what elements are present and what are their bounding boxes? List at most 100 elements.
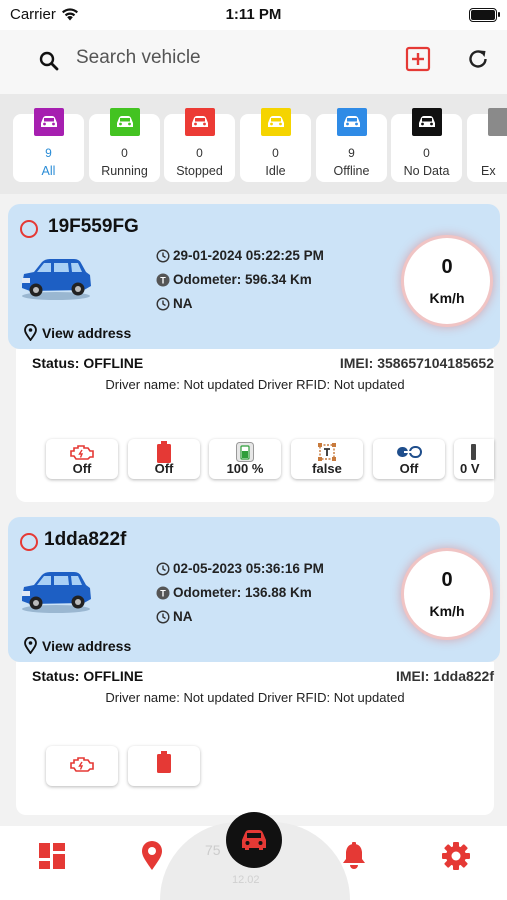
view-address-link[interactable]: View address xyxy=(24,637,131,654)
odometer-icon: T xyxy=(156,586,170,599)
search-input[interactable] xyxy=(76,42,376,74)
filter-count: 0 xyxy=(272,146,279,160)
vehicle-car-image xyxy=(22,259,91,300)
svg-text:T: T xyxy=(160,588,166,598)
filter-label: All xyxy=(41,164,56,178)
offline-status-icon xyxy=(20,220,38,238)
car-icon xyxy=(412,108,442,136)
sensor-value: Off xyxy=(72,461,92,476)
filter-count: 9 xyxy=(45,146,52,160)
search-icon[interactable] xyxy=(38,50,60,72)
speed-unit: Km/h xyxy=(429,603,465,619)
car-icon xyxy=(34,108,64,136)
view-address-label: View address xyxy=(42,324,132,341)
filter-chip-running[interactable]: 0 Running xyxy=(89,108,160,182)
sensor-battery[interactable]: Off xyxy=(128,439,200,479)
offline-status-icon xyxy=(20,533,38,551)
nav-notifications[interactable] xyxy=(338,840,370,872)
view-address-link[interactable]: View address xyxy=(24,324,131,341)
nav-settings[interactable] xyxy=(440,840,472,872)
filter-count: 0 xyxy=(423,146,430,160)
vehicle-status: Status: OFFLINE xyxy=(32,355,144,371)
vehicle-details: Status: OFFLINE IMEI: 1dda822f Driver na… xyxy=(16,662,494,815)
vehicle-summary[interactable]: 19F559FG 29-01-2024 05:22:25 PM T Odomet… xyxy=(8,204,500,349)
nav-map[interactable] xyxy=(136,840,168,872)
search-header xyxy=(0,30,507,94)
location-value: NA xyxy=(173,296,193,311)
filter-label: Running xyxy=(101,164,148,178)
speed-value: 0 xyxy=(441,569,453,591)
battery-status-icon xyxy=(469,8,500,22)
last-update-time: 02-05-2023 05:36:16 PM xyxy=(173,561,324,576)
sensor-value: 0 V xyxy=(460,461,480,476)
last-update-row: 29-01-2024 05:22:25 PM xyxy=(156,248,324,263)
nav-dashboard[interactable] xyxy=(36,840,68,872)
odometer-row: T Odometer: 596.34 Km xyxy=(156,272,312,287)
clock-icon xyxy=(156,609,170,624)
filter-chip-offline[interactable]: 9 Offline xyxy=(316,108,387,182)
sensor-engine[interactable]: Off xyxy=(46,439,118,479)
battery-icon xyxy=(157,751,171,773)
location-row: NA xyxy=(156,609,193,624)
filter-chip-expired[interactable]: Ex xyxy=(467,108,507,182)
filter-count: 0 xyxy=(121,146,128,160)
add-vehicle-button[interactable] xyxy=(405,46,431,72)
clock-icon xyxy=(156,561,170,576)
car-icon xyxy=(337,108,367,136)
vehicle-status: Status: OFFLINE xyxy=(32,668,144,684)
vehicle-card[interactable]: Status: OFFLINE IMEI: 1dda822f Driver na… xyxy=(8,517,500,817)
speed-unit: Km/h xyxy=(429,290,465,306)
speedometer: 0 Km/h xyxy=(404,551,490,637)
filter-count: 9 xyxy=(348,146,355,160)
car-icon xyxy=(261,108,291,136)
driver-info: Driver name: Not updated Driver RFID: No… xyxy=(105,690,405,705)
dashboard-icon xyxy=(39,843,65,869)
vehicle-car-image xyxy=(22,572,91,613)
nav-vehicles[interactable] xyxy=(226,812,282,868)
vehicle-imei: IMEI: 1dda822f xyxy=(395,668,494,684)
filter-label: No Data xyxy=(403,164,450,178)
vehicle-details: Status: OFFLINE IMEI: 358657104185652 Dr… xyxy=(16,349,494,502)
sensor-battery-level[interactable]: 100 % xyxy=(209,439,281,479)
filter-label: Offline xyxy=(333,164,370,178)
filter-chip-all[interactable]: 9 All xyxy=(13,108,84,182)
sensor-engine[interactable] xyxy=(46,746,118,786)
filter-label: Stopped xyxy=(176,164,223,178)
filter-chip-idle[interactable]: 0 Idle xyxy=(240,108,311,182)
refresh-button[interactable] xyxy=(465,46,491,72)
sensor-link[interactable]: Off xyxy=(373,439,445,479)
last-update-time: 29-01-2024 05:22:25 PM xyxy=(173,248,324,263)
car-icon xyxy=(110,108,140,136)
filter-chip-no-data[interactable]: 0 No Data xyxy=(391,108,462,182)
sensor-icon xyxy=(318,443,336,461)
notifications-icon xyxy=(343,842,365,869)
location-value: NA xyxy=(173,609,193,624)
vehicle-imei: IMEI: 358657104185652 xyxy=(339,355,494,371)
vehicles-icon xyxy=(242,830,266,850)
engine-icon xyxy=(70,445,94,460)
sensor-voltage[interactable]: 0 V xyxy=(454,439,494,479)
status-filter-bar: 9 All 0 Running 0 Stopped 0 Idle 9 Offli… xyxy=(0,94,507,194)
sensor-value: Off xyxy=(399,461,419,476)
view-address-label: View address xyxy=(42,637,132,654)
link-icon xyxy=(397,446,422,458)
sensor-status[interactable]: false xyxy=(291,439,363,479)
location-pin-icon xyxy=(24,637,37,654)
last-update-row: 02-05-2023 05:36:16 PM xyxy=(156,561,324,576)
vehicle-card[interactable]: Status: OFFLINE IMEI: 358657104185652 Dr… xyxy=(8,204,500,502)
odometer-value: Odometer: 136.88 Km xyxy=(173,585,312,600)
sensor-value: false xyxy=(312,461,342,476)
filter-count: 0 xyxy=(196,146,203,160)
odometer-value: Odometer: 596.34 Km xyxy=(173,272,312,287)
odometer-row: T Odometer: 136.88 Km xyxy=(156,585,312,600)
vehicle-name: 19F559FG xyxy=(48,216,139,237)
filter-chip-stopped[interactable]: 0 Stopped xyxy=(164,108,235,182)
driver-info: Driver name: Not updated Driver RFID: No… xyxy=(105,377,405,392)
location-pin-icon xyxy=(24,324,37,341)
engine-icon xyxy=(70,757,94,772)
nav-background-text: 75 xyxy=(205,842,221,858)
vehicle-summary[interactable]: 1dda822f 02-05-2023 05:36:16 PM T Odomet… xyxy=(8,517,500,662)
car-icon xyxy=(488,108,507,136)
sensor-battery[interactable] xyxy=(128,746,200,786)
filter-label: Ex xyxy=(481,164,496,178)
